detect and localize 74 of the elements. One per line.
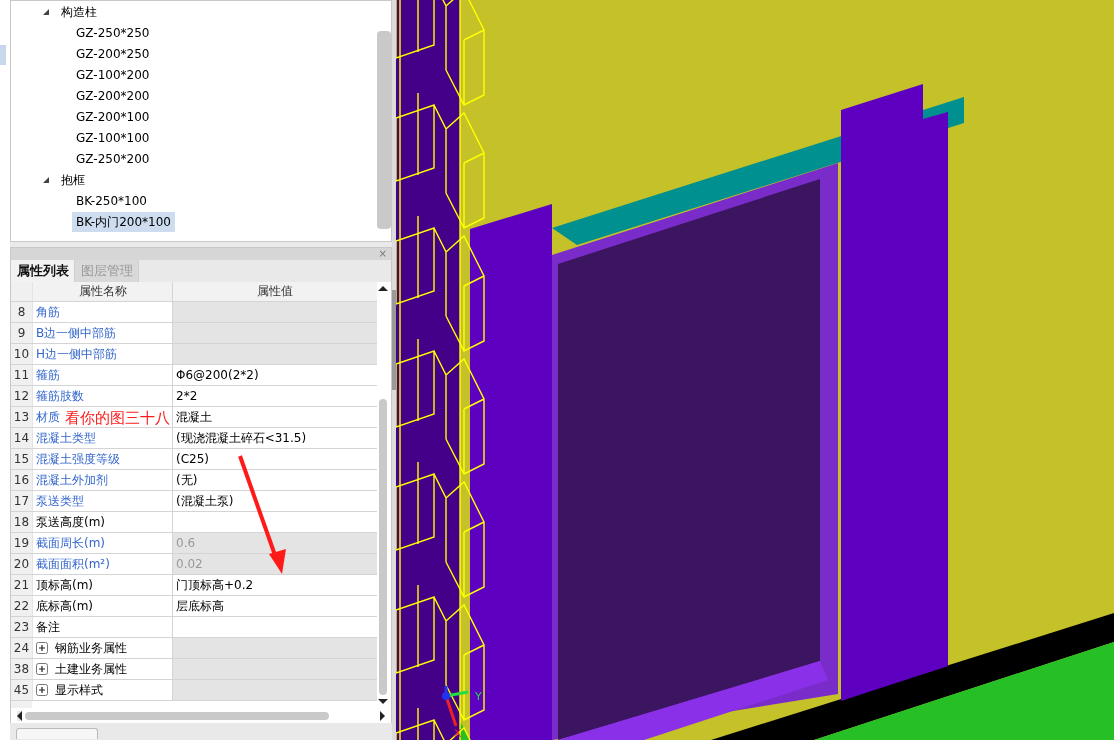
splitter-handle[interactable] [392, 290, 396, 390]
expand-icon[interactable] [36, 684, 48, 697]
row-number: 18 [11, 512, 32, 533]
table-cell[interactable] [173, 323, 377, 344]
group-label: 显示样式 [55, 681, 103, 699]
table-cell: 混凝土强度等级 [32, 449, 173, 470]
row-number: 21 [11, 575, 32, 596]
table-cell[interactable]: (混凝土泵) [173, 491, 377, 512]
table-cell: 混凝土类型 [32, 428, 173, 449]
row-number: 38 [11, 659, 32, 680]
row-number: 9 [11, 323, 32, 344]
table-cell[interactable] [173, 302, 377, 323]
group-label: 钢筋业务属性 [55, 639, 127, 657]
row-number: 14 [11, 428, 32, 449]
row-number: 16 [11, 470, 32, 491]
row-number: 22 [11, 596, 32, 617]
row-number: 19 [11, 533, 32, 554]
tree-item[interactable]: GZ-200*200 [72, 85, 154, 106]
row-number: 13 [11, 407, 32, 428]
tab[interactable]: 属性列表 [11, 260, 75, 283]
tree-item[interactable]: BK-250*100 [72, 190, 151, 211]
table-cell[interactable] [173, 344, 377, 365]
tree-item[interactable]: BK-内门200*100 [72, 211, 175, 232]
table-cell: 泵送类型 [32, 491, 173, 512]
scrollbar-thumb[interactable] [25, 711, 329, 720]
tree-item[interactable]: 构造柱 [57, 1, 101, 22]
row-number: 20 [11, 554, 32, 575]
table-cell[interactable]: Φ6@200(2*2) [173, 365, 377, 386]
table-cell[interactable]: (C25) [173, 449, 377, 470]
axis-icon [442, 686, 469, 727]
scroll-left-icon[interactable] [17, 710, 22, 721]
annotation-text: 看你的图三十八 [65, 408, 170, 430]
expand-arrow-icon[interactable] [43, 8, 49, 15]
scrollbar-thumb[interactable] [377, 31, 391, 230]
expand-arrow-icon[interactable] [43, 176, 49, 183]
scrollbar-thumb[interactable] [379, 399, 387, 696]
table-cell: 泵送高度(m) [32, 512, 173, 533]
expand-icon[interactable] [36, 663, 48, 676]
tree-item[interactable]: GZ-250*200 [72, 148, 154, 169]
group-label: 土建业务属性 [55, 660, 127, 678]
table-cell: 顶标高(m) [32, 575, 173, 596]
row-number: 10 [11, 344, 32, 365]
row-number: 11 [11, 365, 32, 386]
tree-item[interactable]: GZ-200*100 [72, 106, 154, 127]
row-number: 12 [11, 386, 32, 407]
table-cell[interactable]: 混凝土 [173, 407, 377, 428]
list-highlight [0, 45, 6, 65]
column-header: 属性名称 [32, 282, 173, 302]
tree-item[interactable]: GZ-250*250 [72, 22, 154, 43]
row-number: 8 [11, 302, 32, 323]
table-cell: 混凝土外加剂 [32, 470, 173, 491]
table-cell[interactable]: 门顶标高+0.2 [173, 575, 377, 596]
tree-item[interactable]: GZ-200*250 [72, 43, 154, 64]
row-number: 24 [11, 638, 32, 659]
row-number: 15 [11, 449, 32, 470]
column-header: 属性值 [256, 283, 294, 301]
tree-item[interactable]: 抱框 [57, 169, 89, 190]
table-cell[interactable]: 2*2 [173, 386, 377, 407]
axis-label: X [454, 728, 462, 739]
table-cell[interactable]: (现浇混凝土碎石<31.5) [173, 428, 377, 449]
table-cell: 底标高(m) [32, 596, 173, 617]
table-cell: 备注 [32, 617, 173, 638]
table-cell: 箍筋肢数 [32, 386, 173, 407]
axis-label: Y [475, 691, 482, 702]
expand-icon[interactable] [36, 642, 48, 655]
table-cell: 箍筋 [32, 365, 173, 386]
row-number: 17 [11, 491, 32, 512]
table-cell[interactable]: 层底标高 [173, 596, 377, 617]
tree-item[interactable]: GZ-100*200 [72, 64, 154, 85]
table-cell[interactable]: (无) [173, 470, 377, 491]
row-number: 45 [11, 680, 32, 701]
row-number-column [11, 701, 32, 709]
tree-item[interactable]: GZ-100*100 [72, 127, 154, 148]
row-number: 23 [11, 617, 32, 638]
